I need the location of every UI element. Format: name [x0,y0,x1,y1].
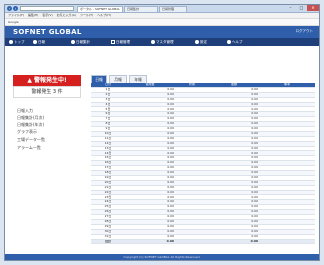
total-row: 合計 0.00 0.00 [91,239,315,245]
forward-icon[interactable]: › [13,6,18,11]
circle-icon [33,40,37,44]
alert-banner[interactable]: ▲ 警報発生中! [13,75,81,86]
back-icon[interactable]: ‹ [7,6,12,11]
menu-tools[interactable]: ツール(T) [80,13,93,17]
menu-favorites[interactable]: お気に入り(A) [57,13,76,17]
maximize-button[interactable]: □ [296,5,307,11]
sidebar-link-factory[interactable]: 工場データ一覧 [17,137,83,143]
logout-link[interactable]: ログアウト [296,29,314,34]
total-cell: 0.00 [125,239,175,245]
circle-icon [151,40,155,44]
sidebar-link-monthly[interactable]: 日報集計(月次) [17,115,83,121]
main-nav: トップ 日報 日報集計 日報管理 マスタ管理 設定 ヘルプ [5,38,319,46]
sidebar-link-input[interactable]: 日報入力 [17,108,83,114]
tab-yearly[interactable]: 年報 [129,75,147,83]
footer: Copyright (C) SOFNET GLOBAL All Rights R… [5,254,319,260]
nav-settings[interactable]: 設定 [195,38,207,46]
search-toolbar: Google [5,19,319,26]
nav-summary[interactable]: 日報集計 [71,38,90,46]
total-cell [175,239,209,245]
menu-file[interactable]: ファイル(F) [8,13,24,17]
browser-tab-3[interactable]: 日報管理 [159,6,187,12]
nav-help[interactable]: ヘルプ [227,38,243,46]
browser-tab-1[interactable]: ポータル - SOFNET GLOBAL [77,6,123,12]
app-logo[interactable]: SOFNET GLOBAL [13,28,82,36]
circle-icon [227,40,231,44]
total-cell: 合計 [91,239,125,245]
alert-count: 警報発生 3 件 [13,86,81,98]
circle-icon [195,40,199,44]
browser-tab-2[interactable]: 日報集計 [124,6,158,12]
nav-report[interactable]: 日報 [33,38,45,46]
total-cell: 0.00 [209,239,259,245]
sidebar-link-yearly[interactable]: 日報集計(年次) [17,122,83,128]
tab-monthly[interactable]: 月報 [109,75,127,83]
total-cell [259,239,315,245]
menu-edit[interactable]: 編集(E) [28,13,38,17]
circle-icon [9,40,13,44]
menu-view[interactable]: 表示(V) [42,13,52,17]
menu-help[interactable]: ヘルプ(H) [97,13,111,17]
minimize-button[interactable]: – [285,5,296,11]
address-bar[interactable] [20,6,74,11]
nav-top[interactable]: トップ [9,38,25,46]
circle-icon [71,40,75,44]
tab-daily[interactable]: 日報 [91,75,107,83]
title-bar: ‹ › ポータル - SOFNET GLOBAL 日報集計 日報管理 – □ ✕ [5,5,319,13]
close-button[interactable]: ✕ [307,5,319,11]
data-table: 日付 使用量 状態 金額 備考 1日 0.00 0.00 2日 0.00 0.00 3日 0.… [91,83,315,245]
warning-icon: ▲ [27,77,32,84]
nav-master[interactable]: マスタ管理 [151,38,174,46]
google-label[interactable]: Google [8,20,19,24]
app-header: SOFNET GLOBAL ログアウト [5,26,319,38]
sidebar-link-alarm[interactable]: アラーム一覧 [17,145,83,151]
sidebar-link-graph[interactable]: グラフ表示 [17,129,83,135]
browser-window: ‹ › ポータル - SOFNET GLOBAL 日報集計 日報管理 – □ ✕… [4,4,320,261]
square-icon [111,40,115,44]
nav-manage[interactable]: 日報管理 [111,38,130,46]
